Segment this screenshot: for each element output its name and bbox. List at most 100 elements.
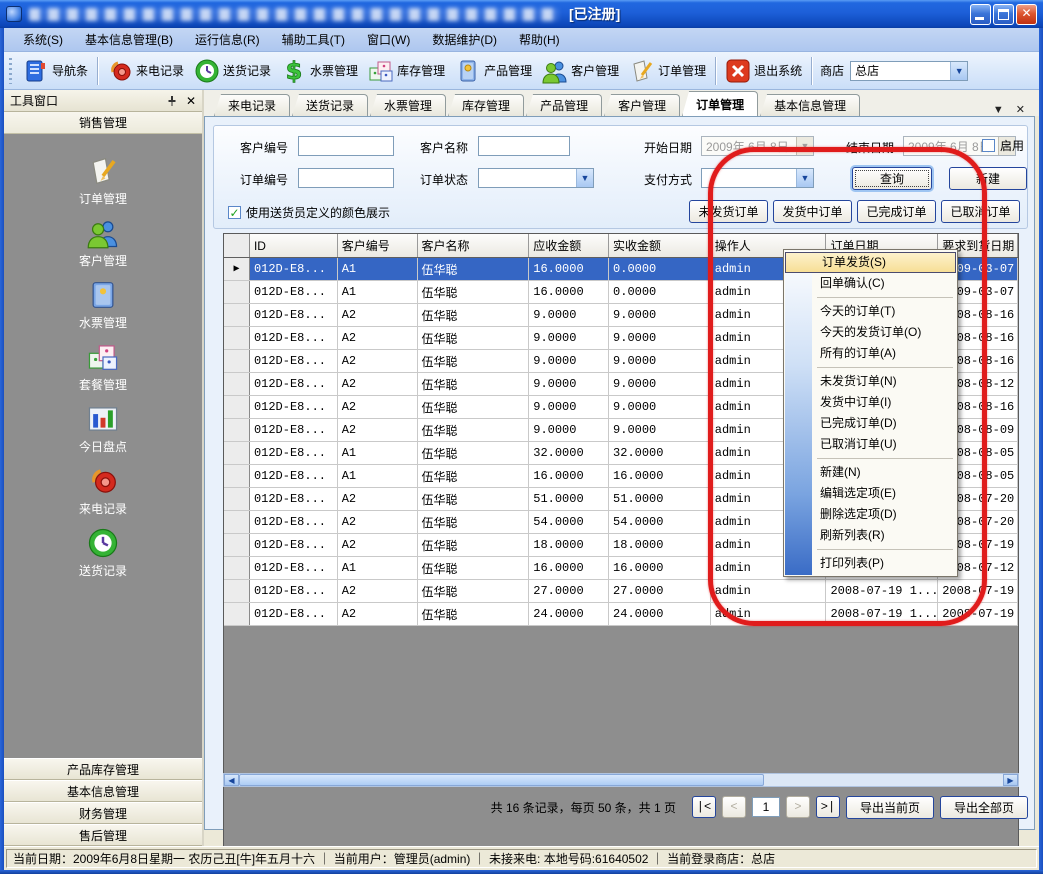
sidebar-item-call-log[interactable]: 来电记录 — [4, 460, 202, 522]
cancelled-orders-button[interactable]: 已取消订单 — [941, 200, 1020, 223]
sidebar-group-finance[interactable]: 财务管理 — [4, 802, 202, 824]
next-page-button[interactable]: > — [786, 796, 810, 818]
column-header[interactable]: 实收金额 — [609, 234, 711, 257]
pin-icon[interactable] — [159, 95, 178, 107]
toolbar-exit-button[interactable]: 退出系统 — [720, 55, 807, 87]
order-no-input[interactable] — [298, 168, 394, 188]
order-status-select[interactable]: ▼ — [478, 168, 594, 188]
shipping-orders-button[interactable]: 发货中订单 — [773, 200, 852, 223]
sidebar-item-customer[interactable]: 客户管理 — [4, 212, 202, 274]
context-menu-item[interactable]: 回单确认(C) — [784, 273, 957, 294]
tab-water-ticket[interactable]: 水票管理 — [370, 94, 446, 116]
tab-basic-info[interactable]: 基本信息管理 — [760, 94, 860, 116]
context-menu-item[interactable]: 已完成订单(D) — [784, 413, 957, 434]
sidebar-item-combo[interactable]: 套餐管理 — [4, 336, 202, 398]
chevron-down-icon[interactable]: ▼ — [576, 169, 593, 187]
column-header[interactable]: 客户名称 — [418, 234, 530, 257]
toolbar-water-ticket-button[interactable]: $ 水票管理 — [276, 55, 363, 87]
context-menu-item[interactable]: 删除选定项(D) — [784, 504, 957, 525]
menu-basic-info[interactable]: 基本信息管理(B) — [74, 28, 184, 51]
menu-system[interactable]: 系统(S) — [12, 28, 74, 51]
context-menu-item[interactable]: 刷新列表(R) — [784, 525, 957, 546]
context-menu-item[interactable]: 编辑选定项(E) — [784, 483, 957, 504]
tab-delivery-log[interactable]: 送货记录 — [292, 94, 368, 116]
chevron-down-icon[interactable]: ▼ — [796, 137, 813, 155]
context-menu-item[interactable]: 打印列表(P) — [784, 553, 957, 574]
table-cell: 51.0000 — [529, 488, 609, 510]
tab-inventory[interactable]: 库存管理 — [448, 94, 524, 116]
restore-button[interactable] — [993, 4, 1014, 25]
tab-order-active[interactable]: 订单管理 — [682, 91, 758, 116]
page-number-input[interactable] — [752, 797, 780, 817]
minimize-button[interactable] — [970, 4, 991, 25]
tool-window-close-icon[interactable]: ✕ — [186, 94, 196, 108]
shop-select[interactable]: 总店 ▼ — [850, 61, 968, 81]
unshipped-orders-button[interactable]: 未发货订单 — [689, 200, 768, 223]
context-menu-item[interactable]: 今天的订单(T) — [784, 301, 957, 322]
toolbar-separator — [715, 57, 716, 85]
toolbar-customer-button[interactable]: 客户管理 — [537, 55, 624, 87]
toolbar-product-button[interactable]: 产品管理 — [450, 55, 537, 87]
sidebar-item-delivery-log[interactable]: 送货记录 — [4, 522, 202, 584]
menu-run-info[interactable]: 运行信息(R) — [184, 28, 271, 51]
tab-customer[interactable]: 客户管理 — [604, 94, 680, 116]
context-menu-item[interactable]: 所有的订单(A) — [784, 343, 957, 364]
tab-product[interactable]: 产品管理 — [526, 94, 602, 116]
menu-data-maintain[interactable]: 数据维护(D) — [421, 28, 508, 51]
toolbar-inventory-button[interactable]: 库存管理 — [363, 55, 450, 87]
column-header[interactable]: 客户编号 — [338, 234, 418, 257]
close-button[interactable]: ✕ — [1016, 4, 1037, 25]
table-cell: 54.0000 — [529, 511, 609, 533]
context-menu-item[interactable]: 订单发货(S) — [785, 252, 956, 273]
context-menu-item[interactable]: 新建(N) — [784, 462, 957, 483]
scroll-left-icon[interactable]: ◀ — [224, 774, 239, 786]
sidebar-item-daily-check[interactable]: 今日盘点 — [4, 398, 202, 460]
menu-help[interactable]: 帮助(H) — [508, 28, 571, 51]
table-row[interactable]: 012D-E8...A2伍华聪24.000024.0000admin2008-0… — [224, 603, 1018, 626]
table-cell: 16.0000 — [609, 557, 711, 579]
sidebar-item-order[interactable]: 订单管理 — [4, 150, 202, 212]
chevron-down-icon[interactable]: ▼ — [950, 62, 967, 80]
table-cell: 9.0000 — [529, 304, 609, 326]
sidebar-group-after-sales[interactable]: 售后管理 — [4, 824, 202, 846]
toolbar-order-button[interactable]: 订单管理 — [624, 55, 711, 87]
sidebar-group-product-inventory[interactable]: 产品库存管理 — [4, 758, 202, 780]
context-menu-item[interactable]: 发货中订单(I) — [784, 392, 957, 413]
delivery-color-checkbox[interactable]: ✓ — [228, 206, 241, 219]
table-row[interactable]: 012D-E8...A2伍华聪27.000027.0000admin2008-0… — [224, 580, 1018, 603]
context-menu-item[interactable]: 未发货订单(N) — [784, 371, 957, 392]
query-button[interactable]: 查询 — [852, 167, 932, 190]
chevron-down-icon[interactable]: ▼ — [796, 169, 813, 187]
sidebar-group-sales[interactable]: 销售管理 — [4, 112, 202, 134]
export-all-pages-button[interactable]: 导出全部页 — [940, 796, 1028, 819]
start-date-picker[interactable]: 2009年 6月 8日 ▼ — [701, 136, 814, 156]
enable-checkbox[interactable] — [982, 139, 995, 152]
new-button[interactable]: 新建 — [949, 167, 1027, 190]
context-menu-item[interactable]: 今天的发货订单(O) — [784, 322, 957, 343]
horizontal-scrollbar[interactable]: ◀ ▶ — [223, 773, 1019, 787]
first-page-button[interactable]: |< — [692, 796, 716, 818]
scroll-right-icon[interactable]: ▶ — [1003, 774, 1018, 786]
toolbar-nav-button[interactable]: 导航条 — [18, 55, 93, 87]
tab-list-dropdown-icon[interactable]: ▼ — [993, 104, 1004, 116]
prev-page-button[interactable]: < — [722, 796, 746, 818]
tab-call-log[interactable]: 来电记录 — [214, 94, 290, 116]
table-cell: 16.0000 — [609, 465, 711, 487]
toolbar-call-log-button[interactable]: 来电记录 — [102, 55, 189, 87]
customer-no-input[interactable] — [298, 136, 394, 156]
toolbar-delivery-log-button[interactable]: 送货记录 — [189, 55, 276, 87]
menu-window[interactable]: 窗口(W) — [356, 28, 421, 51]
customer-name-input[interactable] — [478, 136, 570, 156]
column-header[interactable]: 应收金额 — [529, 234, 609, 257]
sidebar-item-water-ticket[interactable]: 水票管理 — [4, 274, 202, 336]
completed-orders-button[interactable]: 已完成订单 — [857, 200, 936, 223]
export-current-page-button[interactable]: 导出当前页 — [846, 796, 934, 819]
column-header[interactable]: ID — [250, 234, 338, 257]
context-menu-item[interactable]: 已取消订单(U) — [784, 434, 957, 455]
menu-aux-tools[interactable]: 辅助工具(T) — [271, 28, 356, 51]
sidebar-group-basic-info[interactable]: 基本信息管理 — [4, 780, 202, 802]
pay-method-select[interactable]: ▼ — [701, 168, 814, 188]
last-page-button[interactable]: >| — [816, 796, 840, 818]
scrollbar-thumb[interactable] — [239, 774, 764, 786]
tab-close-icon[interactable]: ✕ — [1016, 103, 1025, 116]
